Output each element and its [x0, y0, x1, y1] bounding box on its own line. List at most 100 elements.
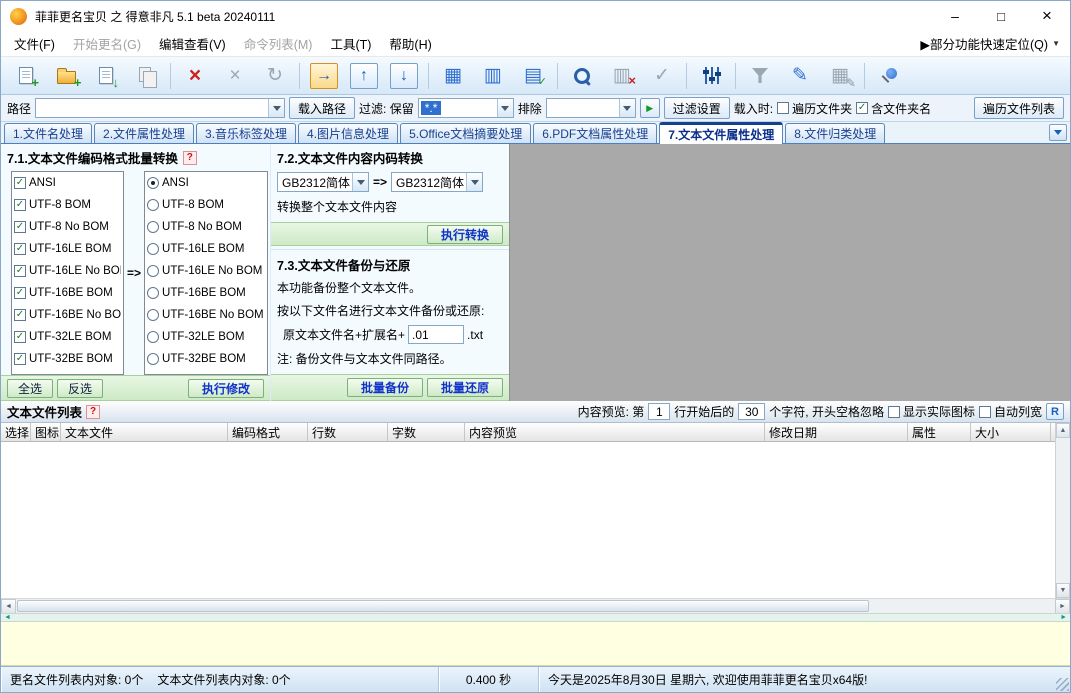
- resize-grip[interactable]: [1056, 678, 1069, 691]
- target-encoding-list[interactable]: ANSI UTF-8 BOM UTF-8 No BOM: [144, 171, 268, 375]
- move-right-button[interactable]: →: [304, 59, 344, 93]
- radio-icon[interactable]: [147, 199, 159, 211]
- minimize-button[interactable]: –: [932, 1, 978, 31]
- traverse-file-list-button[interactable]: 遍历文件列表: [974, 97, 1064, 119]
- column-header[interactable]: 图标: [31, 423, 61, 441]
- encoding-option[interactable]: UTF-32LE BOM: [12, 326, 123, 348]
- tab-overflow-button[interactable]: [1049, 124, 1067, 141]
- remove-button[interactable]: ×: [215, 59, 255, 93]
- refresh-button[interactable]: ↻: [255, 59, 295, 93]
- adjust-settings-button[interactable]: [691, 59, 731, 93]
- path-combobox[interactable]: [35, 98, 285, 118]
- encoding-option[interactable]: UTF-8 BOM: [12, 194, 123, 216]
- execute-modify-button[interactable]: 执行修改: [188, 379, 264, 398]
- scroll-thumb[interactable]: [17, 600, 869, 612]
- copy-list-button[interactable]: [126, 59, 166, 93]
- radio-icon[interactable]: [147, 353, 159, 365]
- encoding-option[interactable]: ANSI: [145, 172, 267, 194]
- encoding-option[interactable]: UTF-16LE BOM: [145, 238, 267, 260]
- chevron-down-icon[interactable]: [268, 99, 284, 117]
- scroll-left-button[interactable]: ◄: [1, 599, 16, 614]
- column-header[interactable]: 大小: [971, 423, 1051, 441]
- column-header[interactable]: 选择: [1, 423, 31, 441]
- scroll-track[interactable]: [16, 599, 1055, 613]
- table-body[interactable]: [1, 442, 1055, 598]
- encoding-option[interactable]: UTF-16BE No BOM: [12, 304, 123, 326]
- tab[interactable]: 5.Office文档摘要处理: [400, 123, 531, 143]
- column-header[interactable]: 属性: [908, 423, 971, 441]
- checkbox-icon[interactable]: [14, 287, 26, 299]
- collapse-right-icon[interactable]: ►: [1060, 614, 1067, 621]
- table-edit-button[interactable]: ▦✎: [820, 59, 860, 93]
- move-up-button[interactable]: ↑: [344, 59, 384, 93]
- radio-icon[interactable]: [147, 265, 159, 277]
- column-header[interactable]: 编码格式: [228, 423, 308, 441]
- column-header[interactable]: 文本文件: [61, 423, 228, 441]
- tab[interactable]: 8.文件归类处理: [785, 123, 885, 143]
- radio-icon[interactable]: [147, 309, 159, 321]
- apply-filter-button[interactable]: ▶: [640, 98, 660, 118]
- checkbox-icon[interactable]: [14, 177, 26, 189]
- help-icon[interactable]: ?: [183, 151, 197, 165]
- preview-start-line-input[interactable]: [648, 403, 670, 420]
- tab[interactable]: 1.文件名处理: [4, 123, 92, 143]
- exclude-filter-combobox[interactable]: [546, 98, 636, 118]
- vertical-scrollbar[interactable]: ▲ ▼: [1055, 423, 1070, 598]
- batch-backup-button[interactable]: 批量备份: [347, 378, 423, 397]
- batch-restore-button[interactable]: 批量还原: [427, 378, 503, 397]
- encoding-option[interactable]: UTF-8 BOM: [145, 194, 267, 216]
- chevron-down-icon[interactable]: [619, 99, 635, 117]
- filter-settings-button[interactable]: 过滤设置: [664, 97, 730, 119]
- source-codepage-combobox[interactable]: GB2312简体: [277, 172, 369, 192]
- checkbox-icon[interactable]: [14, 265, 26, 277]
- keep-filter-combobox[interactable]: *.*: [418, 98, 514, 118]
- checkbox-icon[interactable]: [14, 309, 26, 321]
- column-header[interactable]: 行数: [308, 423, 388, 441]
- load-list-button[interactable]: ↓: [86, 59, 126, 93]
- new-folder-button[interactable]: +: [46, 59, 86, 93]
- radio-icon[interactable]: [147, 221, 159, 233]
- chevron-down-icon[interactable]: [466, 173, 482, 191]
- move-down-button[interactable]: ↓: [384, 59, 424, 93]
- tile-view-button[interactable]: ▦: [433, 59, 473, 93]
- encoding-option[interactable]: UTF-16LE No BOM: [12, 260, 123, 282]
- include-folder-name-checkbox[interactable]: 含文件夹名: [856, 100, 931, 117]
- pin-button[interactable]: [869, 59, 909, 93]
- radio-icon[interactable]: [147, 331, 159, 343]
- auto-column-width-checkbox[interactable]: 自动列宽: [979, 403, 1042, 420]
- encoding-option[interactable]: UTF-16BE BOM: [145, 282, 267, 304]
- select-all-button[interactable]: 全选: [7, 379, 53, 398]
- menu-item[interactable]: 工具(T): [321, 31, 380, 56]
- invert-selection-button[interactable]: 反选: [57, 379, 103, 398]
- tab[interactable]: 6.PDF文档属性处理: [533, 123, 657, 143]
- scroll-track[interactable]: [1056, 438, 1070, 583]
- column-view-button[interactable]: ▥: [473, 59, 513, 93]
- encoding-option[interactable]: UTF-32BE BOM: [12, 348, 123, 370]
- encoding-option[interactable]: UTF-16LE BOM: [12, 238, 123, 260]
- column-header[interactable]: 修改日期: [765, 423, 908, 441]
- clear-list-button[interactable]: ▥×: [602, 59, 642, 93]
- checkbox-icon[interactable]: [14, 199, 26, 211]
- menu-item[interactable]: 开始更名(G): [64, 31, 150, 56]
- radio-icon[interactable]: [147, 287, 159, 299]
- encoding-option[interactable]: ANSI: [12, 172, 123, 194]
- new-file-button[interactable]: +: [6, 59, 46, 93]
- maximize-button[interactable]: □: [978, 1, 1024, 31]
- tab[interactable]: 2.文件属性处理: [94, 123, 194, 143]
- search-button[interactable]: [562, 59, 602, 93]
- quick-locate-menu[interactable]: ▶部分功能快速定位(Q) ▼: [920, 34, 1066, 53]
- target-codepage-combobox[interactable]: GB2312简体: [391, 172, 483, 192]
- execute-convert-button[interactable]: 执行转换: [427, 225, 503, 244]
- source-encoding-list[interactable]: ANSI UTF-8 BOM UTF-8 No BOM: [11, 171, 124, 375]
- rename-edit-button[interactable]: ✎: [780, 59, 820, 93]
- chevron-down-icon[interactable]: [497, 99, 513, 117]
- traverse-folders-checkbox[interactable]: 遍历文件夹: [777, 100, 852, 117]
- encoding-option[interactable]: UTF-8 No BOM: [12, 216, 123, 238]
- filter-button[interactable]: [740, 59, 780, 93]
- menu-item[interactable]: 文件(F): [5, 31, 64, 56]
- column-header[interactable]: 内容预览: [465, 423, 765, 441]
- checkbox-icon[interactable]: [14, 221, 26, 233]
- radio-icon[interactable]: [147, 177, 159, 189]
- scroll-up-button[interactable]: ▲: [1056, 423, 1070, 438]
- encoding-option[interactable]: UTF-16BE BOM: [12, 282, 123, 304]
